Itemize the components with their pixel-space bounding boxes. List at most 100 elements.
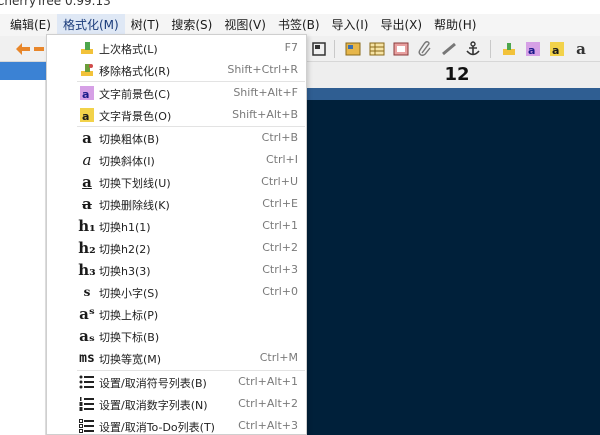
background-color-icon[interactable]: a (548, 40, 566, 58)
forward-arrow-icon[interactable] (34, 40, 44, 58)
menu-item-h1[interactable]: h₁ 切换h1(1) Ctrl+1 (47, 215, 306, 237)
tree-pane[interactable] (0, 62, 46, 435)
menu-bookmarks[interactable]: 书签(B) (272, 14, 326, 36)
menu-item-italic[interactable]: a 切换斜体(I) Ctrl+I (47, 149, 306, 171)
window-titlebar: CherryTree 0.99.13 (0, 0, 600, 14)
menu-item-h2[interactable]: h₂ 切换h2(2) Ctrl+2 (47, 237, 306, 259)
menu-item-strikethrough[interactable]: a 切换删除线(K) Ctrl+E (47, 193, 306, 215)
menu-item-shortcut: F7 (284, 41, 298, 54)
menu-item-label: 切换斜体(I) (99, 155, 155, 168)
toolbar-separator (490, 40, 491, 58)
menu-item-label: 切换删除线(K) (99, 199, 170, 212)
insert-image-icon[interactable] (344, 40, 362, 58)
small-icon: s (83, 285, 91, 299)
bold-icon[interactable]: a (572, 40, 590, 58)
svg-text:a: a (552, 44, 559, 57)
bulleted-list-icon (79, 374, 95, 390)
eraser-icon (79, 62, 95, 78)
menu-item-remove-format[interactable]: 移除格式化(R) Shift+Ctrl+R (47, 59, 306, 81)
menu-item-subscript[interactable]: aₛ 切换下标(B) (47, 325, 306, 347)
insert-codebox-icon[interactable] (392, 40, 410, 58)
menu-item-shortcut: Ctrl+Alt+1 (238, 375, 298, 388)
menu-item-label: 设置/取消数字列表(N) (99, 399, 208, 412)
bold-icon: a (82, 129, 92, 147)
menu-search[interactable]: 搜索(S) (165, 14, 218, 36)
node-title: 12 (306, 62, 600, 88)
foreground-color-icon[interactable]: a (524, 40, 542, 58)
menu-item-underline[interactable]: a 切换下划线(U) Ctrl+U (47, 171, 306, 193)
menu-view[interactable]: 视图(V) (218, 14, 272, 36)
fullscreen-icon[interactable] (310, 40, 328, 58)
menu-item-shortcut: Ctrl+Alt+3 (238, 419, 298, 432)
menu-item-label: 切换粗体(B) (99, 133, 160, 146)
menu-item-label: 设置/取消To-Do列表(T) (99, 421, 215, 434)
menu-item-label: 切换下划线(U) (99, 177, 171, 190)
anchor-icon[interactable] (464, 40, 482, 58)
menu-item-label: 切换下标(B) (99, 331, 160, 344)
menu-edit[interactable]: 编辑(E) (4, 14, 57, 36)
menu-tree[interactable]: 树(T) (125, 14, 166, 36)
menu-item-bold[interactable]: a 切换粗体(B) Ctrl+B (47, 127, 306, 149)
menu-help[interactable]: 帮助(H) (428, 14, 482, 36)
menu-item-monospace[interactable]: ms 切换等宽(M) Ctrl+M (47, 347, 306, 369)
format-dropdown-menu: 上次格式(L) F7 移除格式化(R) Shift+Ctrl+R a 文字前景色… (46, 34, 307, 435)
menu-format[interactable]: 格式化(M) (56, 14, 125, 36)
menu-item-shortcut: Ctrl+M (259, 351, 298, 364)
menu-item-shortcut: Ctrl+0 (262, 285, 298, 298)
menu-item-shortcut: Ctrl+1 (262, 219, 298, 232)
menu-item-label: 切换上标(P) (99, 309, 159, 322)
todo-list-icon (79, 418, 95, 434)
menu-item-numbered-list[interactable]: 设置/取消数字列表(N) Ctrl+Alt+2 (47, 393, 306, 415)
h2-icon: h₂ (78, 239, 96, 257)
menu-item-last-format[interactable]: 上次格式(L) F7 (47, 37, 306, 59)
menu-item-shortcut: Ctrl+3 (262, 263, 298, 276)
tree-selected-node[interactable] (0, 62, 46, 80)
menu-item-label: 切换等宽(M) (99, 353, 162, 366)
monospace-icon: ms (79, 350, 95, 366)
menu-item-todo-list[interactable]: 设置/取消To-Do列表(T) Ctrl+Alt+3 (47, 415, 306, 434)
menu-item-shortcut: Ctrl+E (262, 197, 298, 210)
menu-item-bulleted-list[interactable]: 设置/取消符号列表(B) Ctrl+Alt+1 (47, 371, 306, 393)
menu-item-text-background[interactable]: a 文字背景色(O) Shift+Alt+B (47, 104, 306, 126)
rich-text-editor[interactable] (306, 100, 600, 435)
svg-text:a: a (82, 110, 89, 123)
menu-item-label: 上次格式(L) (99, 43, 158, 56)
menu-item-label: 移除格式化(R) (99, 65, 171, 78)
numbered-list-icon (79, 396, 95, 412)
toolbar-separator (334, 40, 335, 58)
menu-item-shortcut: Shift+Alt+F (233, 86, 298, 99)
menu-item-label: 文字背景色(O) (99, 110, 172, 123)
h1-icon: h₁ (78, 217, 96, 235)
format-paintbrush-icon[interactable] (500, 40, 518, 58)
h3-icon: h₃ (78, 261, 96, 279)
menu-item-shortcut: Ctrl+B (261, 131, 298, 144)
insert-link-icon[interactable] (440, 40, 458, 58)
svg-text:a: a (82, 88, 89, 101)
menu-item-h3[interactable]: h₃ 切换h3(3) Ctrl+3 (47, 259, 306, 281)
window-title: CherryTree 0.99.13 (0, 0, 111, 8)
menu-item-shortcut: Ctrl+2 (262, 241, 298, 254)
svg-text:a: a (528, 44, 535, 57)
attach-file-icon[interactable] (416, 40, 434, 58)
menu-item-shortcut: Shift+Ctrl+R (227, 63, 298, 76)
menu-item-shortcut: Ctrl+U (261, 175, 298, 188)
underline-icon: a (82, 173, 92, 191)
editor-header-strip (306, 88, 600, 100)
italic-icon: a (82, 151, 92, 169)
insert-table-icon[interactable] (368, 40, 386, 58)
back-arrow-icon[interactable] (14, 40, 32, 58)
superscript-icon: aˢ (79, 305, 95, 323)
menu-item-label: 切换h2(2) (99, 243, 151, 256)
menu-import[interactable]: 导入(I) (326, 14, 375, 36)
paintbrush-icon (79, 40, 95, 56)
menu-item-label: 切换h1(1) (99, 221, 151, 234)
menu-item-shortcut: Ctrl+I (265, 153, 298, 166)
menubar: 编辑(E) 格式化(M) 树(T) 搜索(S) 视图(V) 书签(B) 导入(I… (0, 14, 600, 36)
highlight-color-icon: a (79, 107, 95, 123)
menu-item-small[interactable]: s 切换小字(S) Ctrl+0 (47, 281, 306, 303)
menu-export[interactable]: 导出(X) (374, 14, 428, 36)
menu-item-superscript[interactable]: aˢ 切换上标(P) (47, 303, 306, 325)
menu-item-label: 切换h3(3) (99, 265, 151, 278)
menu-item-text-foreground[interactable]: a 文字前景色(C) Shift+Alt+F (47, 82, 306, 104)
menu-item-label: 切换小字(S) (99, 287, 159, 300)
